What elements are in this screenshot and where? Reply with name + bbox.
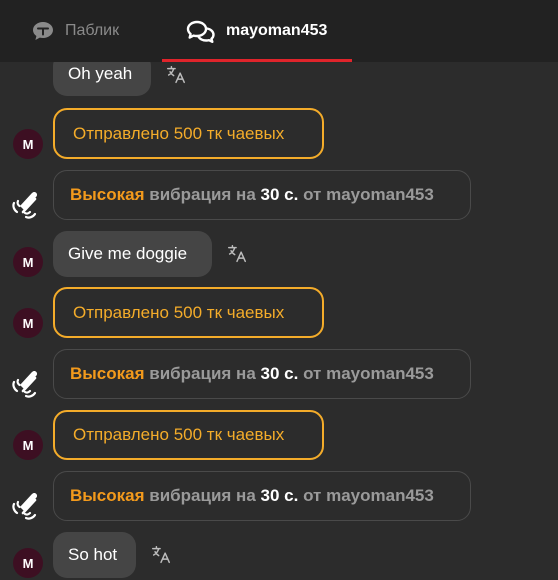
chat-tabs: Паблик mayoman453: [0, 0, 558, 62]
tip-bubble: Отправлено 500 тк чаевых: [53, 287, 324, 338]
vibration-bubble: Высокая вибрация на 30 с. от mayoman453: [53, 170, 471, 220]
message-text: Give me doggie: [68, 244, 188, 263]
chat-feed: Oh yeah M Отправлено 500 тк чаевых Высок…: [0, 0, 558, 580]
tab-private-label: mayoman453: [226, 22, 328, 39]
avatar: M: [13, 548, 43, 578]
vibration-from: от: [303, 486, 322, 505]
public-chat-icon: [31, 20, 55, 42]
vibration-from: от: [303, 364, 322, 383]
avatar: M: [13, 247, 43, 277]
vibration-level: Высокая: [70, 185, 145, 204]
tip-text: Отправлено 500 тк чаевых: [73, 425, 285, 444]
message-text: So hot: [68, 545, 118, 564]
vibration-icon: [12, 370, 38, 398]
vibration-level: Высокая: [70, 486, 145, 505]
tip-text: Отправлено 500 тк чаевых: [73, 123, 285, 143]
message-bubble: So hot: [53, 532, 136, 578]
avatar: M: [13, 430, 43, 460]
active-tab-indicator: [162, 59, 352, 62]
vibration-label: вибрация на: [149, 486, 256, 505]
tab-public-label: Паблик: [65, 22, 120, 39]
vibration-duration: 30 с.: [260, 364, 299, 383]
avatar: M: [13, 308, 43, 338]
vibration-icon: [12, 191, 38, 219]
translate-icon[interactable]: [226, 243, 248, 265]
vibration-label: вибрация на: [149, 364, 256, 383]
translate-icon[interactable]: [165, 64, 187, 86]
private-chat-icon: [186, 19, 216, 43]
tip-bubble: Отправлено 500 тк чаевых: [53, 410, 324, 460]
vibration-user: mayoman453: [326, 486, 434, 505]
vibration-duration: 30 с.: [260, 486, 299, 505]
vibration-bubble: Высокая вибрация на 30 с. от mayoman453: [53, 471, 471, 521]
vibration-bubble: Высокая вибрация на 30 с. от mayoman453: [53, 349, 471, 399]
message-text: Oh yeah: [68, 64, 133, 83]
tip-bubble: Отправлено 500 тк чаевых: [53, 108, 324, 159]
vibration-duration: 30 с.: [260, 185, 299, 204]
vibration-level: Высокая: [70, 364, 145, 383]
tab-private-chat[interactable]: mayoman453: [162, 0, 352, 62]
avatar: M: [13, 129, 43, 159]
vibration-label: вибрация на: [149, 185, 256, 204]
vibration-user: mayoman453: [326, 364, 434, 383]
message-bubble: Give me doggie: [53, 231, 212, 277]
translate-icon[interactable]: [150, 544, 172, 566]
vibration-icon: [12, 492, 38, 520]
vibration-from: от: [303, 185, 322, 204]
tab-public[interactable]: Паблик: [31, 0, 119, 62]
tip-text: Отправлено 500 тк чаевых: [73, 302, 285, 322]
vibration-user: mayoman453: [326, 185, 434, 204]
